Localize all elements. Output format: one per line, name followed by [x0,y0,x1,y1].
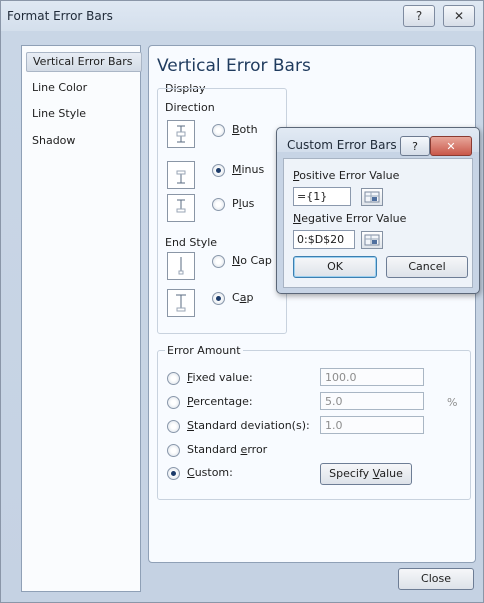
fixed-value-radio[interactable] [167,372,180,385]
collapse-dialog-icon[interactable] [361,231,383,249]
popup-close-button[interactable]: ✕ [430,136,472,156]
minus-error-bar-icon [167,161,195,189]
nav-item-label: Vertical Error Bars [33,55,133,68]
direction-minus-label: Minus [232,163,265,176]
positive-error-value-input[interactable]: ={1} [293,187,351,206]
title-bar[interactable]: Format Error Bars ? ✕ [1,1,483,33]
nav-item-shadow[interactable]: Shadow [26,132,140,150]
end-style-no-cap-label: No Cap [232,254,272,267]
custom-label: Custom: [187,466,233,479]
panel-heading: Vertical Error Bars [157,56,311,76]
ok-button[interactable]: OK [293,256,377,278]
fixed-value-input[interactable]: 100.0 [320,368,424,386]
popup-body: Positive Error Value ={1} Negative Error… [283,158,473,288]
direction-minus-radio[interactable] [212,164,225,177]
standard-deviation-label: Standard deviation(s): [187,419,310,432]
popup-title: Custom Error Bars [287,138,397,152]
percentage-radio[interactable] [167,396,180,409]
direction-both-radio[interactable] [212,124,225,137]
help-icon: ? [415,9,423,23]
popup-help-button[interactable]: ? [400,136,430,156]
negative-error-value-input[interactable]: 0:$D$20 [293,230,355,249]
direction-label: Direction [165,101,215,114]
standard-error-radio[interactable] [167,444,180,457]
close-button[interactable]: Close [398,568,474,590]
format-error-bars-dialog: Format Error Bars ? ✕ Vertical Error Bar… [0,0,484,603]
fixed-value-label: Fixed value: [187,371,253,384]
standard-deviation-radio[interactable] [167,420,180,433]
percentage-input[interactable]: 5.0 [320,392,424,410]
nav-item-line-color[interactable]: Line Color [26,79,140,97]
no-cap-icon [167,252,195,280]
nav-item-vertical-error-bars[interactable]: Vertical Error Bars [26,52,142,72]
collapse-dialog-icon[interactable] [361,188,383,206]
end-style-cap-radio[interactable] [212,292,225,305]
specify-value-button[interactable]: Specify Value [320,463,412,485]
direction-both-label: Both [232,123,258,136]
custom-error-bars-popup: Custom Error Bars ? ✕ Positive Error Val… [276,127,480,294]
nav-item-label: Line Style [32,107,87,120]
category-list: Vertical Error Bars Line Color Line Styl… [21,45,142,592]
cap-icon [167,289,195,317]
direction-plus-radio[interactable] [212,198,225,211]
error-amount-label: Error Amount [165,344,243,357]
standard-deviation-input[interactable]: 1.0 [320,416,424,434]
help-button[interactable]: ? [403,5,435,27]
end-style-no-cap-radio[interactable] [212,255,225,268]
percentage-label: Percentage: [187,395,253,408]
positive-error-value-label: Positive Error Value [293,169,400,182]
help-icon: ? [412,139,418,153]
end-style-cap-label: Cap [232,291,254,304]
both-error-bar-icon [167,120,195,148]
standard-error-label: Standard error [187,443,268,456]
nav-item-label: Shadow [32,134,76,147]
settings-panel: Vertical Error Bars Display Direction Bo… [148,45,476,563]
close-icon: ✕ [446,139,456,153]
negative-error-value-label: Negative Error Value [293,212,407,225]
end-style-label: End Style [165,236,218,249]
plus-error-bar-icon [167,194,195,222]
direction-plus-label: Plus [232,197,255,210]
cancel-button[interactable]: Cancel [386,256,468,278]
nav-item-label: Line Color [32,81,88,94]
close-icon: ✕ [453,9,465,23]
percentage-unit: % [447,396,458,409]
custom-radio[interactable] [167,467,180,480]
dialog-title: Format Error Bars [7,9,113,23]
close-window-button[interactable]: ✕ [443,5,475,27]
nav-item-line-style[interactable]: Line Style [26,105,140,123]
